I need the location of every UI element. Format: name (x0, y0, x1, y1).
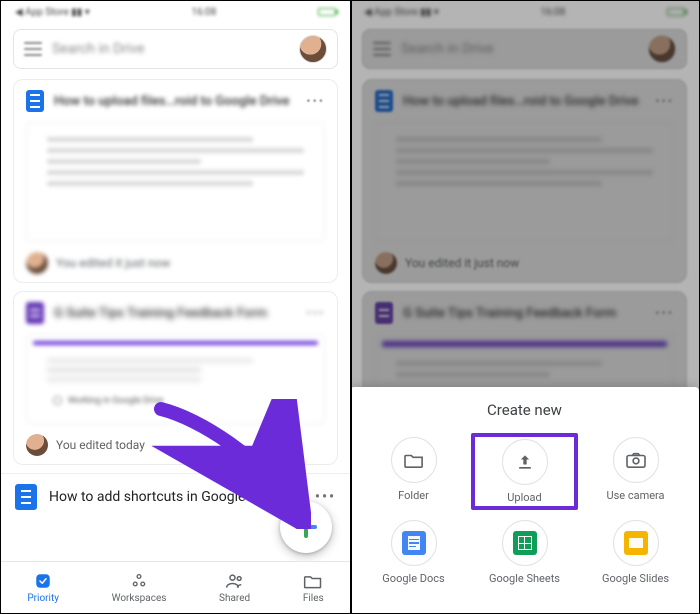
google-slides-icon (613, 520, 659, 566)
card-footer: You edited today (56, 438, 145, 452)
priority-card-1[interactable]: How to upload files…roid to Google Drive… (13, 79, 338, 283)
screenshot-right: ◀ App Store ▮▮ ▾16:08 Search in Drive Ho… (350, 1, 699, 613)
avatar[interactable] (299, 35, 327, 63)
search-bar[interactable]: Search in Drive (13, 29, 338, 69)
card-footer: You edited it just now (56, 256, 170, 270)
create-camera[interactable]: Use camera (582, 433, 689, 510)
bottom-nav: Priority Workspaces Shared Files (1, 561, 350, 613)
more-icon[interactable]: ••• (306, 94, 325, 108)
google-docs-icon (391, 520, 437, 566)
create-docs[interactable]: Google Docs (360, 516, 467, 587)
plus-icon (295, 516, 317, 538)
folder-icon (391, 437, 437, 483)
file-title: How to add shortcuts in Google Drive (49, 489, 303, 505)
priority-card-2[interactable]: G Suite Tips Training Feedback Form ••• … (13, 291, 338, 465)
doc-preview (26, 122, 325, 242)
search-placeholder: Search in Drive (52, 41, 299, 57)
forms-icon (26, 302, 44, 324)
working-label: Working in Google Drive (68, 396, 163, 406)
docs-icon (26, 90, 44, 112)
card-title: How to upload files…roid to Google Drive (54, 94, 296, 108)
screenshot-left: ◀ App Store ▮▮ ▾16:08 Search in Drive Ho… (1, 1, 350, 613)
create-sheets[interactable]: Google Sheets (471, 516, 578, 587)
nav-priority[interactable]: Priority (27, 571, 59, 604)
more-icon[interactable]: ••• (315, 489, 336, 505)
nav-shared[interactable]: Shared (219, 571, 250, 604)
upload-icon (502, 439, 548, 485)
create-folder[interactable]: Folder (360, 433, 467, 510)
shared-icon (225, 571, 245, 591)
camera-icon (613, 437, 659, 483)
menu-icon[interactable] (24, 42, 42, 56)
avatar (26, 434, 48, 456)
files-icon (303, 571, 323, 591)
create-slides[interactable]: Google Slides (582, 516, 689, 587)
create-new-sheet: Create new Folder Upload (350, 387, 699, 613)
priority-icon (33, 571, 53, 591)
docs-icon (15, 484, 37, 510)
nav-workspaces[interactable]: Workspaces (112, 571, 167, 604)
nav-files[interactable]: Files (303, 571, 324, 604)
sheet-title: Create new (360, 401, 689, 419)
pane-divider (350, 1, 352, 613)
google-sheets-icon (502, 520, 548, 566)
workspaces-icon (129, 571, 149, 591)
fab-new[interactable] (280, 501, 332, 553)
more-icon[interactable]: ••• (306, 306, 325, 320)
create-upload[interactable]: Upload (471, 433, 578, 510)
sync-icon (53, 396, 62, 405)
card-title: G Suite Tips Training Feedback Form (54, 306, 296, 320)
status-bar: ◀ App Store ▮▮ ▾16:08 (1, 1, 350, 23)
form-preview: Working in Google Drive (26, 334, 325, 424)
avatar (26, 252, 48, 274)
